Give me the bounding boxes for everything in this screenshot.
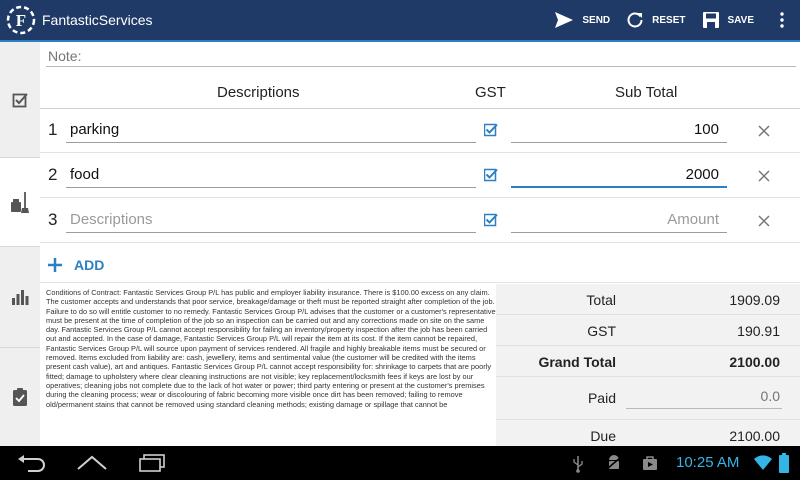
description-input[interactable] [66, 207, 476, 233]
table-row: 1 [40, 109, 800, 153]
row-number: 1 [48, 120, 58, 139]
gst-row: GST 190.91 [496, 315, 800, 346]
wifi-icon [754, 455, 772, 470]
grand-total-label: Grand Total [538, 354, 616, 370]
svg-text:F: F [16, 11, 26, 30]
grand-total-value: 2100.00 [729, 354, 780, 370]
cleaning-icon [11, 192, 29, 213]
left-rail [0, 42, 40, 446]
plus-icon [48, 257, 62, 272]
table-headers: Descriptions GST Sub Total [40, 78, 800, 108]
app-root: F FantasticServices SEND RESET SAVE Note… [0, 0, 800, 480]
app-title: FantasticServices [42, 12, 153, 28]
home-icon[interactable] [76, 453, 108, 473]
table-row: 2 [40, 154, 800, 198]
total-value: 1909.09 [729, 292, 780, 308]
table-row: 3 [40, 199, 800, 243]
note-input[interactable] [46, 45, 796, 67]
gst-checkbox-icon[interactable] [484, 168, 498, 182]
send-button[interactable]: SEND [554, 11, 610, 29]
store-bag-icon [643, 456, 657, 470]
bar-chart-icon [12, 290, 29, 305]
remove-row-button[interactable] [756, 213, 772, 229]
send-label: SEND [582, 14, 611, 26]
checklist-icon [12, 92, 28, 107]
save-label: SAVE [727, 14, 755, 26]
close-icon [758, 170, 770, 182]
close-icon [758, 215, 770, 227]
battery-icon [779, 453, 789, 473]
header-subtotal: Sub Total [615, 84, 678, 101]
row-number: 2 [48, 165, 58, 184]
due-label: Due [590, 428, 616, 444]
gst-checkbox-icon[interactable] [484, 213, 498, 227]
send-icon [555, 12, 574, 28]
clipboard-check-icon [13, 388, 27, 406]
overflow-menu-icon[interactable] [770, 12, 794, 28]
usb-icon [573, 456, 583, 473]
terms-text: Conditions of Contract: Fantastic Servic… [46, 288, 496, 409]
recent-apps-icon[interactable] [138, 453, 166, 473]
action-bar: F FantasticServices SEND RESET SAVE [0, 0, 800, 42]
add-item-button[interactable]: ADD [48, 257, 104, 273]
totals-panel: Total 1909.09 GST 190.91 Grand Total 210… [496, 284, 800, 446]
rail-item-cleaning[interactable] [0, 158, 40, 246]
header-gst: GST [475, 84, 506, 101]
reset-icon [627, 12, 643, 28]
row-number: 3 [48, 210, 58, 229]
description-input[interactable] [66, 162, 476, 188]
rail-item-clipboard[interactable] [0, 348, 40, 446]
remove-row-button[interactable] [756, 123, 772, 139]
header-descriptions: Descriptions [217, 84, 300, 101]
description-input[interactable] [66, 117, 476, 143]
paid-label: Paid [587, 390, 616, 406]
save-button[interactable]: SAVE [702, 11, 755, 29]
amount-input[interactable] [511, 207, 727, 233]
due-row: Due 2100.00 [496, 420, 800, 446]
save-icon [702, 12, 719, 28]
total-label: Total [586, 292, 616, 308]
rail-item-chart[interactable] [0, 247, 40, 347]
gst-value: 190.91 [737, 323, 780, 339]
add-label: ADD [74, 256, 105, 273]
android-debug-icon [606, 455, 622, 470]
gst-checkbox-icon[interactable] [484, 123, 498, 137]
fantastic-logo-icon[interactable]: F [4, 3, 38, 37]
note-row [40, 42, 800, 70]
action-buttons: SEND RESET SAVE [554, 0, 800, 40]
back-icon[interactable] [16, 453, 46, 473]
add-row: ADD [40, 247, 800, 283]
reset-label: RESET [652, 14, 686, 26]
remove-row-button[interactable] [756, 168, 772, 184]
grand-total-row: Grand Total 2100.00 [496, 346, 800, 377]
system-nav-bar: 10:25 AM [0, 446, 800, 480]
reset-button[interactable]: RESET [626, 11, 686, 29]
due-value: 2100.00 [729, 428, 780, 444]
amount-input[interactable] [511, 162, 727, 188]
invoice-content: Descriptions GST Sub Total 1 2 [40, 42, 800, 446]
gst-label: GST [587, 323, 616, 339]
total-row: Total 1909.09 [496, 284, 800, 315]
close-icon [758, 125, 770, 137]
paid-row: Paid [496, 377, 800, 420]
rail-item-checklist[interactable] [0, 42, 40, 157]
paid-input[interactable] [626, 383, 782, 409]
amount-input[interactable] [511, 117, 727, 143]
status-clock: 10:25 AM [676, 454, 740, 471]
